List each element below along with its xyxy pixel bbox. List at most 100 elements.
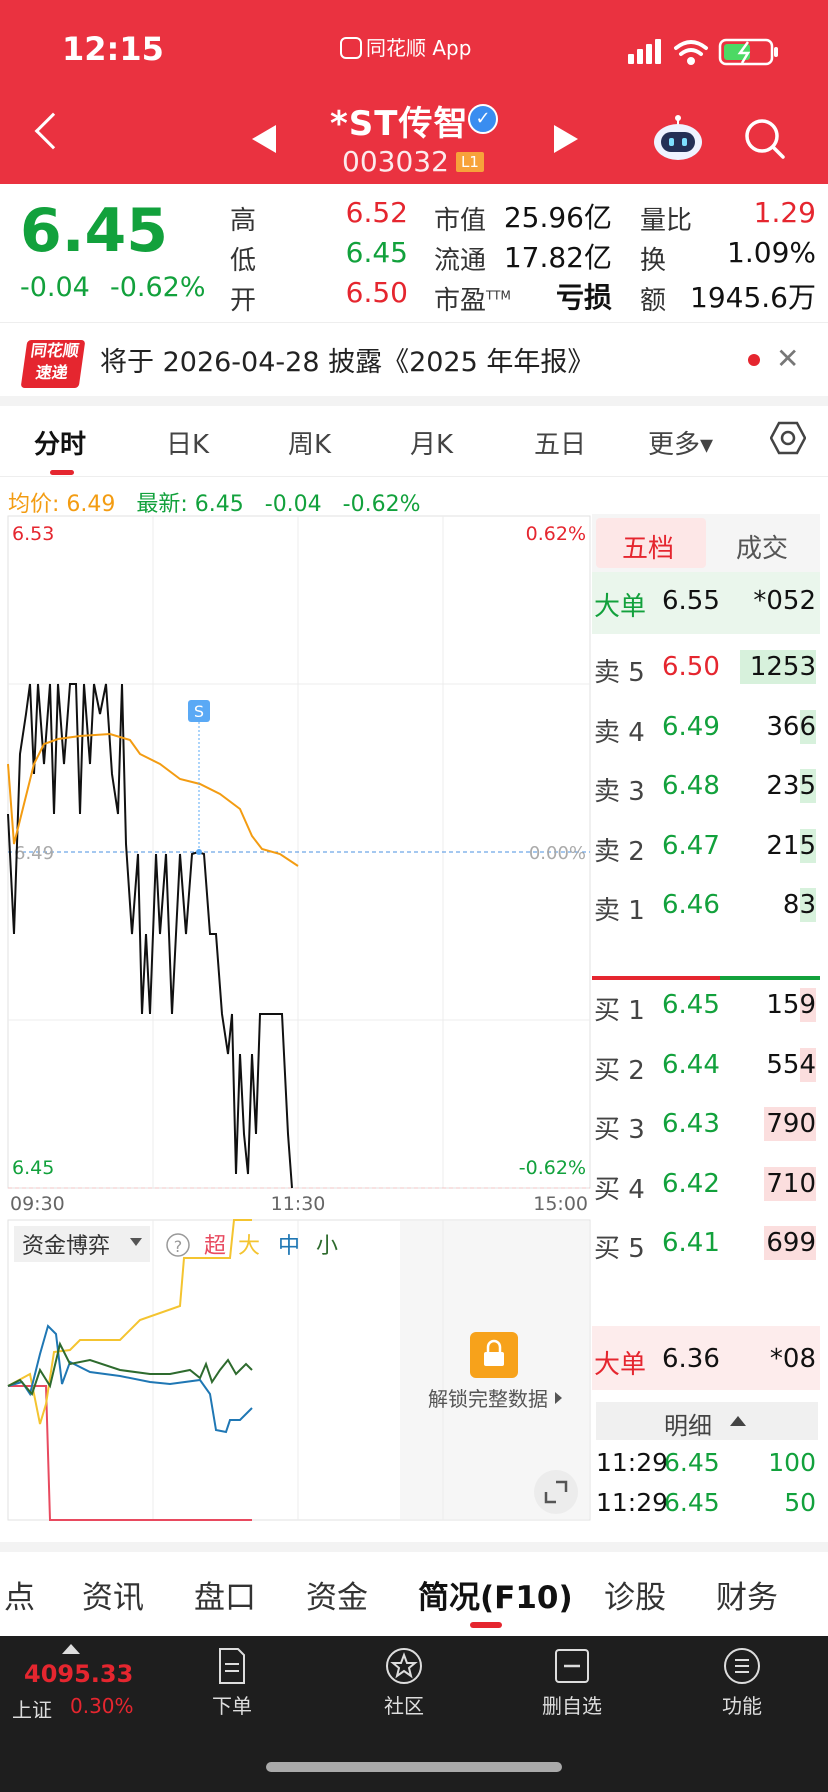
notice-text[interactable]: 将于 2026-04-28 披露《2025 年年报》 <box>100 340 594 379</box>
nav-order[interactable]: 下单 <box>182 1690 282 1719</box>
robot-assistant-icon[interactable] <box>652 112 704 162</box>
btab-indicator <box>470 1622 502 1628</box>
high-value: 6.52 <box>345 196 408 229</box>
pct-high-label: 0.62% <box>526 523 586 545</box>
remove-watchlist-icon[interactable] <box>552 1646 592 1686</box>
trade-price: 6.45 <box>664 1488 720 1517</box>
prev-stock-icon[interactable] <box>252 125 276 153</box>
pe-label-text: 市盈 <box>434 286 487 316</box>
pe-value: 亏损 <box>555 281 612 314</box>
trade-time: 11:29 <box>596 1448 669 1477</box>
index-name: 上证 <box>12 1698 52 1722</box>
bid-price: 6.44 <box>662 1049 720 1080</box>
float-value: 17.82亿 <box>503 241 612 274</box>
next-stock-icon[interactable] <box>554 125 578 153</box>
nav-remove-watchlist[interactable]: 删自选 <box>522 1690 622 1719</box>
back-icon[interactable] <box>34 112 72 150</box>
signal-icon <box>628 39 661 64</box>
ask-label: 卖 2 <box>594 836 645 867</box>
open-label: 开 <box>230 286 257 316</box>
ask-vol: 1253 <box>749 652 816 682</box>
mktcap-label: 市值 <box>434 206 487 236</box>
nav-community[interactable]: 社区 <box>354 1690 454 1719</box>
time-start: 09:30 <box>10 1193 65 1215</box>
btab-funds[interactable]: 资金 <box>306 1572 368 1617</box>
index-value[interactable]: 4095.33 <box>24 1660 133 1688</box>
ask-price: 6.50 <box>662 652 720 682</box>
ask-vol: 215 <box>766 830 816 861</box>
bid-price: 6.42 <box>662 1168 720 1199</box>
price-change-pct: -0.62% <box>110 272 206 303</box>
stock-code: 003032 <box>342 145 449 178</box>
amount-label: 额 <box>640 286 667 316</box>
trade-vol: 50 <box>784 1488 816 1517</box>
float-label: 流通 <box>434 246 487 276</box>
tab-daily[interactable]: 日K <box>166 424 209 461</box>
low-value: 6.45 <box>345 236 408 269</box>
pct-low-label: -0.62% <box>519 1157 586 1179</box>
tab-fiveday[interactable]: 五日 <box>534 424 586 461</box>
last-price: 6.45 <box>20 196 169 266</box>
app-label-text: 同花顺 App <box>366 36 472 60</box>
bid-label: 买 2 <box>594 1055 645 1086</box>
btab-f10[interactable]: 简况(F10) <box>418 1572 573 1617</box>
legend-mid: 中 <box>278 1234 300 1259</box>
expand-icon <box>534 1470 578 1514</box>
fund-selector-label: 资金博弈 <box>22 1234 110 1259</box>
close-icon[interactable]: ✕ <box>776 342 799 375</box>
menu-icon[interactable] <box>722 1646 762 1686</box>
order-icon[interactable] <box>212 1646 252 1686</box>
app-logo-icon <box>340 37 362 59</box>
expand-up-icon[interactable] <box>62 1644 80 1654</box>
ask-label: 卖 3 <box>594 777 645 807</box>
bid-label: 买 1 <box>594 996 645 1026</box>
volratio-value: 1.29 <box>753 196 816 229</box>
big-sell-price: 6.55 <box>662 586 720 616</box>
btab-finance[interactable]: 财务 <box>716 1572 778 1617</box>
price-low-label: 6.45 <box>12 1157 54 1179</box>
home-indicator <box>266 1762 562 1772</box>
bid-label: 买 3 <box>594 1115 645 1145</box>
tab-five-levels[interactable]: 五档 <box>622 528 674 565</box>
bid-vol: 710 <box>766 1168 816 1199</box>
bid-vol: 159 <box>766 990 816 1020</box>
battery-icon <box>718 38 778 66</box>
btab-diagnosis[interactable]: 诊股 <box>604 1572 666 1617</box>
mktcap-value: 25.96亿 <box>503 201 612 234</box>
btab-handicap[interactable]: 盘口 <box>194 1572 256 1617</box>
settings-icon[interactable] <box>770 420 806 456</box>
ask-vol: 235 <box>766 771 816 801</box>
high-label: 高 <box>230 206 257 236</box>
trade-time: 11:29 <box>596 1488 669 1517</box>
big-buy-label: 大单 <box>594 1350 647 1380</box>
tab-trades[interactable]: 成交 <box>736 528 788 565</box>
ask-price: 6.46 <box>662 890 720 920</box>
bid-price: 6.45 <box>662 990 720 1020</box>
intraday-chart[interactable]: 6.53 0.62% 6.45 -0.62% 6.49 0.00% S 09:3… <box>0 514 592 1522</box>
legend-small: 小 <box>316 1234 338 1259</box>
svg-text:?: ? <box>174 1237 183 1256</box>
amount-value: 1945.6万 <box>690 281 816 314</box>
community-icon[interactable] <box>384 1646 424 1686</box>
tab-monthly[interactable]: 月K <box>410 424 453 461</box>
bid-vol: 554 <box>766 1049 816 1080</box>
tab-more[interactable]: 更多▾ <box>648 424 713 461</box>
tab-intraday[interactable]: 分时 <box>34 424 86 461</box>
open-value: 6.50 <box>345 276 408 309</box>
volratio-label: 量比 <box>640 206 693 236</box>
nav-functions[interactable]: 功能 <box>692 1690 792 1719</box>
btab-news[interactable]: 资讯 <box>82 1572 144 1617</box>
search-icon[interactable] <box>742 116 786 160</box>
ref-pct-label: 0.00% <box>529 843 586 864</box>
btab-points[interactable]: 点 <box>4 1572 35 1617</box>
ask-label: 卖 5 <box>594 658 645 688</box>
ask-vol: 83 <box>782 890 816 920</box>
tab-weekly[interactable]: 周K <box>288 424 331 461</box>
verified-icon: ✓ <box>468 104 498 134</box>
bid-price: 6.43 <box>662 1109 720 1139</box>
ask-price: 6.47 <box>662 830 720 861</box>
badge-top: 同花顺 <box>29 341 81 360</box>
ask-label: 卖 1 <box>594 896 645 926</box>
trade-price: 6.45 <box>664 1448 720 1477</box>
low-label: 低 <box>230 246 257 276</box>
